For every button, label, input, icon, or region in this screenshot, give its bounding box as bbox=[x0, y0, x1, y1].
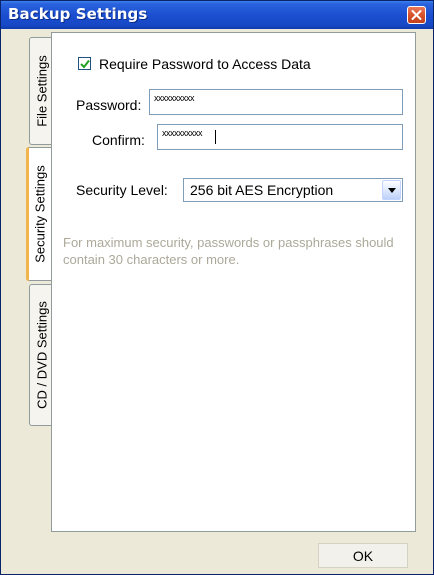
security-level-select[interactable]: 256 bit AES Encryption bbox=[183, 178, 403, 202]
security-level-label: Security Level: bbox=[76, 182, 168, 198]
tab-security-settings[interactable]: Security Settings bbox=[26, 147, 53, 281]
tab-file-settings-label: File Settings bbox=[34, 55, 49, 127]
text-caret bbox=[215, 130, 216, 144]
password-value: xxxxxxxxxx bbox=[154, 93, 195, 103]
window-title: Backup Settings bbox=[8, 5, 148, 23]
close-icon bbox=[411, 10, 422, 20]
confirm-field[interactable]: xxxxxxxxxx bbox=[157, 124, 403, 150]
password-hint-text: For maximum security, passwords or passp… bbox=[63, 235, 394, 267]
title-bar[interactable]: Backup Settings bbox=[1, 1, 433, 29]
ok-button-label: OK bbox=[352, 548, 374, 564]
backup-settings-window: Backup Settings File Settings Security S… bbox=[0, 0, 434, 575]
require-password-checkbox[interactable] bbox=[78, 57, 91, 70]
confirm-label: Confirm: bbox=[92, 132, 145, 148]
require-password-label[interactable]: Require Password to Access Data bbox=[99, 56, 311, 72]
tab-file-settings[interactable]: File Settings bbox=[29, 37, 53, 145]
tab-cd-dvd-settings[interactable]: CD / DVD Settings bbox=[29, 284, 53, 426]
tab-cd-dvd-settings-label: CD / DVD Settings bbox=[34, 301, 49, 409]
ok-button[interactable]: OK bbox=[318, 543, 408, 568]
checkmark-icon bbox=[80, 59, 90, 69]
security-level-dropdown-button[interactable] bbox=[382, 180, 401, 200]
password-field[interactable]: xxxxxxxxxx bbox=[149, 89, 403, 115]
confirm-value: xxxxxxxxxx bbox=[162, 128, 203, 138]
chevron-down-icon bbox=[388, 188, 396, 193]
close-button[interactable] bbox=[407, 6, 426, 24]
password-label: Password: bbox=[76, 97, 142, 113]
security-level-value: 256 bit AES Encryption bbox=[190, 182, 334, 198]
tab-security-settings-label: Security Settings bbox=[32, 165, 48, 263]
